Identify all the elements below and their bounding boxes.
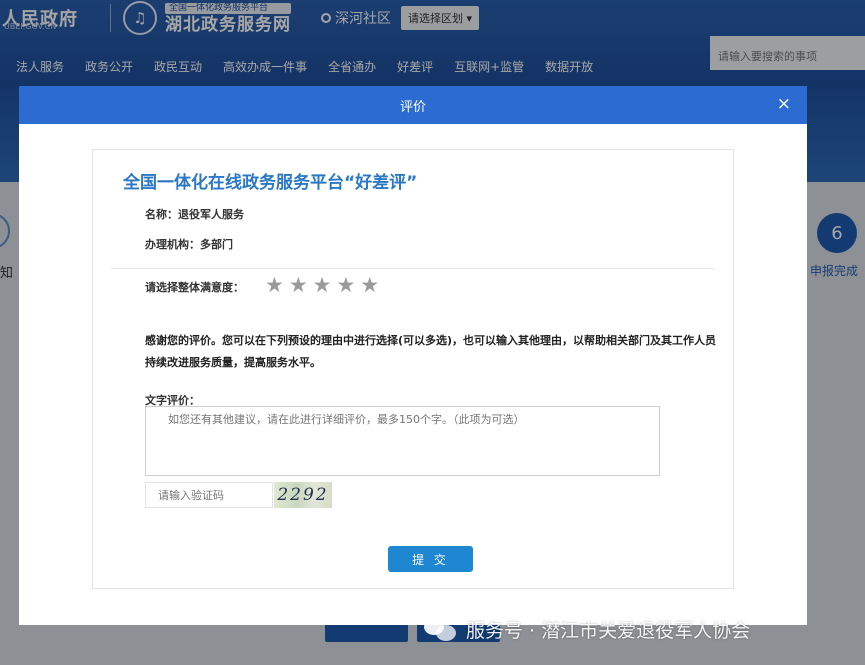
star-icon[interactable]: ★ [265, 275, 284, 296]
watermark: 服务号 · 潜江市关爱退役军人协会 [424, 616, 750, 643]
star-icon[interactable]: ★ [313, 275, 332, 296]
evaluation-description: 感谢您的评价。您可以在下列预设的理由中进行选择(可以多选)，也可以输入其他理由，… [145, 334, 717, 369]
close-icon[interactable]: × [777, 95, 791, 113]
submit-button[interactable]: 提 交 [388, 546, 473, 572]
service-org: 办理机构：多部门 [145, 238, 233, 251]
star-icon[interactable]: ★ [289, 275, 308, 296]
wechat-icon [424, 618, 456, 641]
text-review-input[interactable] [145, 406, 660, 476]
star-icon[interactable]: ★ [336, 275, 355, 296]
modal-title: 评价 [399, 99, 426, 115]
rating-label: 请选择整体满意度： [145, 281, 244, 294]
captcha-input[interactable] [145, 482, 273, 508]
service-name: 名称：退役军人服务 [145, 208, 244, 221]
modal-header: 评价 × [19, 86, 807, 124]
evaluation-modal: 评价 × 全国一体化在线政务服务平台“好差评” 名称：退役军人服务 办理机构：多… [19, 86, 807, 625]
divider [111, 268, 715, 269]
evaluation-card: 全国一体化在线政务服务平台“好差评” 名称：退役军人服务 办理机构：多部门 请选… [92, 149, 734, 589]
star-rating: ★ ★ ★ ★ ★ [265, 275, 379, 296]
captcha-image[interactable]: 2292 [274, 482, 332, 508]
card-title: 全国一体化在线政务服务平台“好差评” [123, 173, 418, 193]
star-icon[interactable]: ★ [360, 275, 379, 296]
watermark-text: 服务号 · 潜江市关爱退役军人协会 [466, 620, 751, 642]
